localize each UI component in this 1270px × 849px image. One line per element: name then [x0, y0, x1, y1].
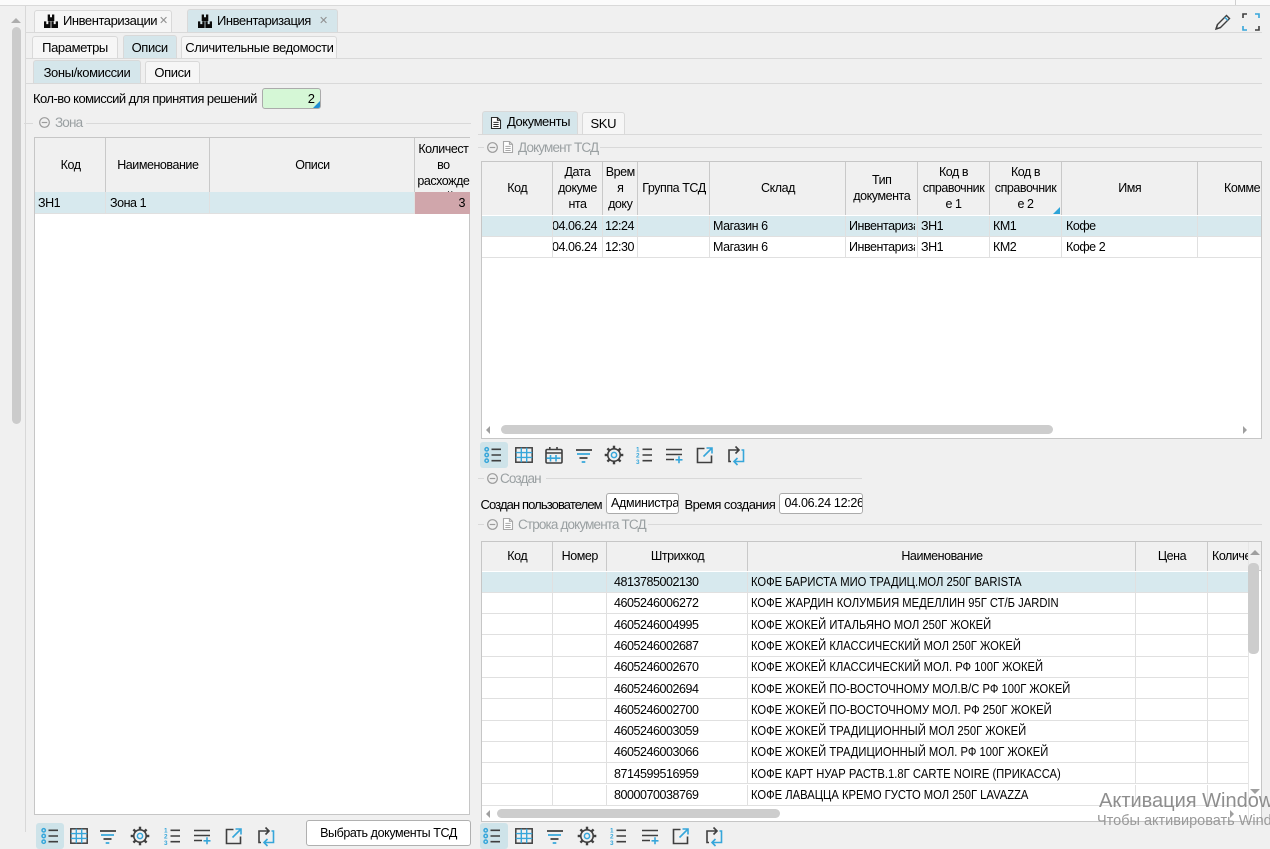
svg-text:3: 3	[164, 840, 168, 847]
svg-text:3: 3	[636, 458, 640, 465]
svg-text:3: 3	[610, 840, 614, 847]
